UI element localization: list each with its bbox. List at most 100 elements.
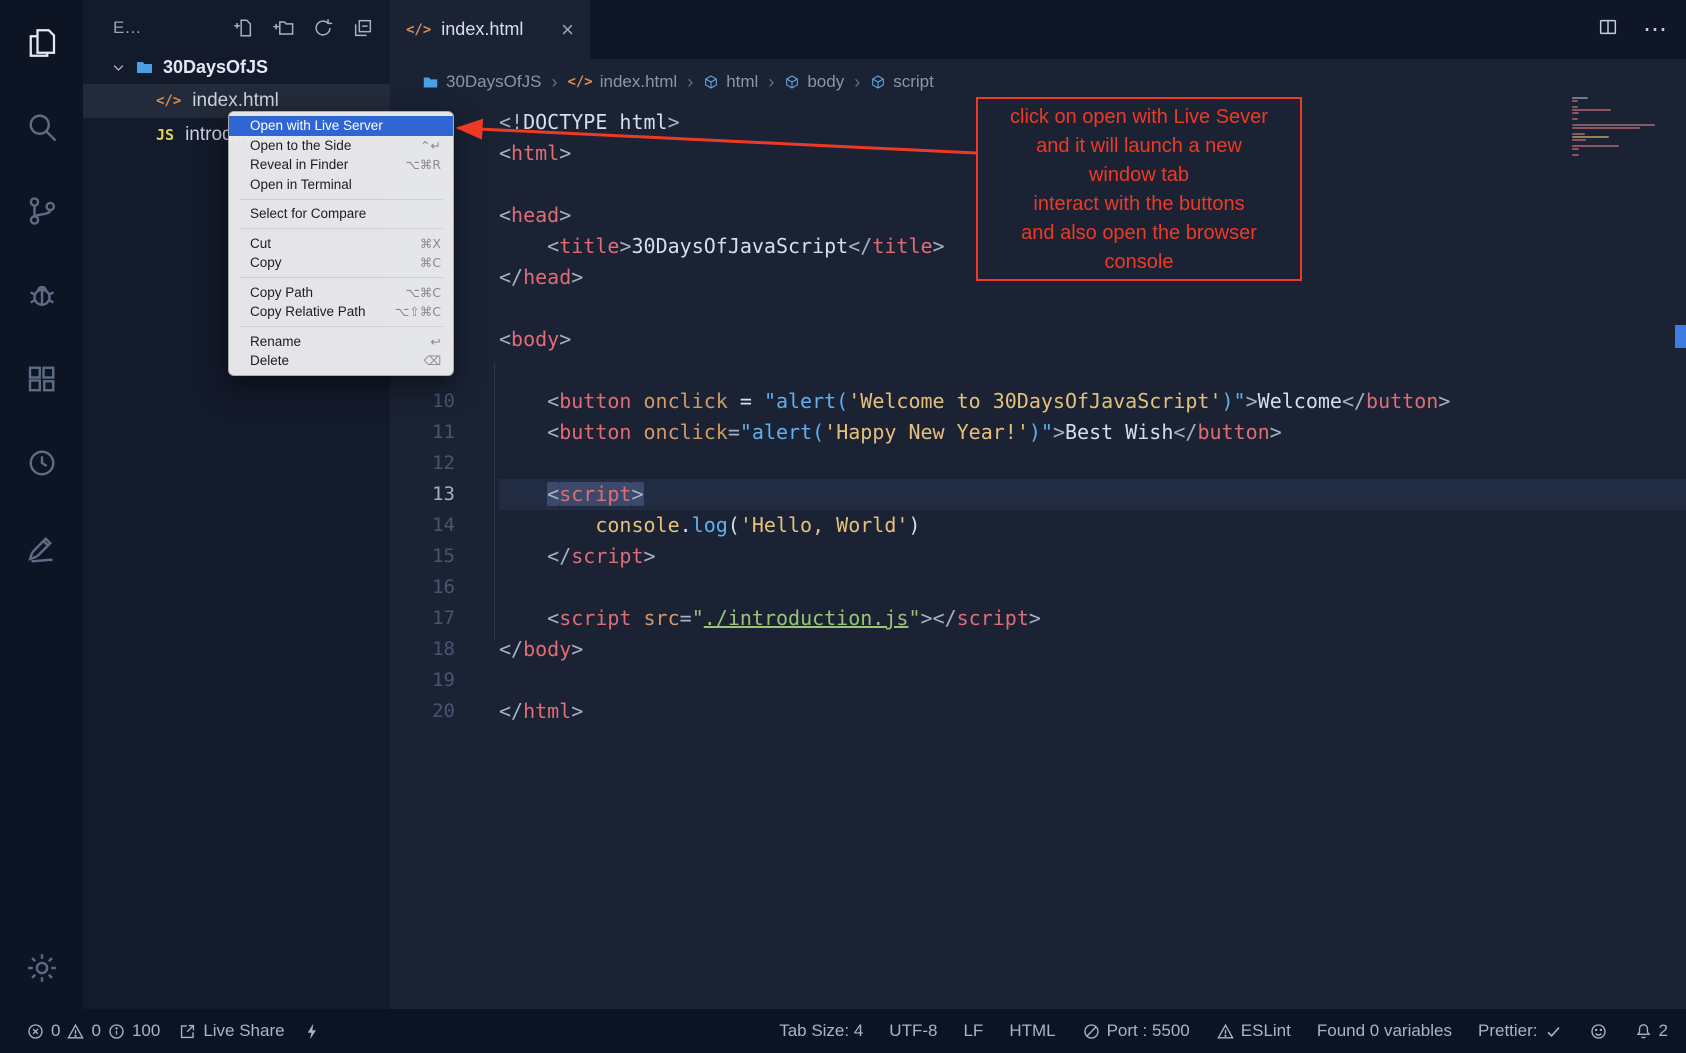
feedback-smiley[interactable] — [1589, 1022, 1608, 1041]
minimap-line — [1572, 145, 1619, 147]
code-line-14[interactable]: 14 console.log('Hello, World') — [390, 510, 1686, 541]
minimap-line — [1572, 130, 1662, 132]
split-editor-icon[interactable] — [1597, 16, 1619, 43]
breadcrumb-item-body[interactable]: body — [784, 72, 844, 92]
lightning-icon — [303, 1022, 322, 1041]
menu-item-delete[interactable]: Delete⌫ — [229, 351, 453, 371]
breadcrumb-item-30daysofjs[interactable]: 30DaysOfJS — [422, 72, 541, 92]
run-debug-bug-icon[interactable] — [24, 277, 60, 313]
info-indicator[interactable]: 100 — [107, 1021, 160, 1041]
code-line-20[interactable]: 20</html> — [390, 696, 1686, 727]
code-line-7[interactable]: 7 — [390, 293, 1686, 324]
breadcrumb-label: 30DaysOfJS — [446, 72, 541, 92]
errors-indicator[interactable]: 0 — [26, 1021, 60, 1041]
breadcrumb-item-index.html[interactable]: </> index.html — [567, 72, 677, 92]
menu-item-shortcut: ⌘X — [420, 236, 441, 251]
collapse-all-icon[interactable] — [352, 17, 374, 39]
tab-bar: </> index.html × ⋯ — [390, 0, 1686, 59]
code-line-8[interactable]: 8<body> — [390, 324, 1686, 355]
live-share-button[interactable]: Live Share — [178, 1021, 284, 1041]
explorer-icon[interactable] — [24, 25, 60, 61]
menu-item-copy-relative-path[interactable]: Copy Relative Path⌥⇧⌘C — [229, 302, 453, 322]
code-line-16[interactable]: 16 — [390, 572, 1686, 603]
explorer-title: E… — [113, 18, 141, 38]
line-content: console.log('Hello, World') — [499, 510, 920, 541]
minimap-line — [1572, 106, 1578, 108]
more-actions-icon[interactable]: ⋯ — [1643, 15, 1668, 44]
tab-title: index.html — [441, 19, 523, 40]
new-folder-icon[interactable] — [272, 17, 294, 39]
menu-item-label: Open in Terminal — [250, 177, 441, 192]
notifications-bell[interactable]: 2 — [1634, 1021, 1668, 1041]
breadcrumb-label: index.html — [600, 72, 677, 92]
menu-item-shortcut: ↩ — [431, 334, 441, 349]
scrollbar-marker[interactable] — [1675, 325, 1686, 348]
tab-size-indicator[interactable]: Tab Size: 4 — [779, 1021, 863, 1041]
warning-icon — [66, 1022, 85, 1041]
language-label: HTML — [1009, 1021, 1055, 1041]
tab-index-html[interactable]: </> index.html × — [390, 0, 590, 59]
port-indicator[interactable]: Port : 5500 — [1082, 1021, 1190, 1041]
line-content: <head> — [499, 200, 571, 231]
menu-separator — [239, 199, 443, 200]
menu-item-reveal-in-finder[interactable]: Reveal in Finder⌥⌘R — [229, 155, 453, 175]
code-line-10[interactable]: 10 <button onclick = "alert('Welcome to … — [390, 386, 1686, 417]
code-line-17[interactable]: 17 <script src="./introduction.js"></scr… — [390, 603, 1686, 634]
refresh-icon[interactable] — [312, 17, 334, 39]
search-icon[interactable] — [24, 109, 60, 145]
language-indicator[interactable]: HTML — [1009, 1021, 1055, 1041]
source-control-icon[interactable] — [24, 193, 60, 229]
code-line-13[interactable]: 13 <script> — [390, 479, 1686, 510]
symbol-cube-icon — [784, 74, 800, 90]
minimap[interactable] — [1572, 97, 1662, 157]
encoding-indicator[interactable]: UTF-8 — [889, 1021, 937, 1041]
variables-indicator[interactable]: Found 0 variables — [1317, 1021, 1452, 1041]
line-content: </body> — [499, 634, 583, 665]
warnings-indicator[interactable]: 0 — [66, 1021, 100, 1041]
line-number: 11 — [390, 417, 455, 448]
minimap-line — [1572, 133, 1585, 135]
menu-item-cut[interactable]: Cut⌘X — [229, 234, 453, 254]
code-line-18[interactable]: 18</body> — [390, 634, 1686, 665]
tab-size-label: Tab Size: 4 — [779, 1021, 863, 1041]
menu-item-copy[interactable]: Copy⌘C — [229, 253, 453, 273]
new-file-icon[interactable] — [232, 17, 254, 39]
breadcrumb-item-html[interactable]: html — [703, 72, 758, 92]
live-share-label: Live Share — [203, 1021, 284, 1041]
minimap-line — [1572, 151, 1662, 153]
code-line-19[interactable]: 19 — [390, 665, 1686, 696]
live-share-edit-icon[interactable] — [24, 529, 60, 565]
menu-item-select-for-compare[interactable]: Select for Compare — [229, 204, 453, 224]
menu-item-copy-path[interactable]: Copy Path⌥⌘C — [229, 283, 453, 303]
lightning-button[interactable] — [303, 1022, 322, 1041]
code-line-11[interactable]: 11 <button onclick="alert('Happy New Yea… — [390, 417, 1686, 448]
menu-item-shortcut: ⌘C — [420, 255, 441, 270]
prettier-indicator[interactable]: Prettier: — [1478, 1021, 1563, 1041]
extensions-icon[interactable] — [24, 361, 60, 397]
code-line-12[interactable]: 12 — [390, 448, 1686, 479]
menu-item-shortcut: ⌥⌘R — [405, 157, 441, 172]
history-clock-icon[interactable] — [24, 445, 60, 481]
code-line-15[interactable]: 15 </script> — [390, 541, 1686, 572]
eol-label: LF — [963, 1021, 983, 1041]
symbol-cube-icon — [870, 74, 886, 90]
smiley-icon — [1589, 1022, 1608, 1041]
menu-separator — [239, 277, 443, 278]
annotation-line: interact with the buttons — [978, 190, 1300, 219]
file-name: index.html — [192, 90, 279, 112]
line-content: <title>30DaysOfJavaScript</title> — [499, 231, 945, 262]
menu-item-open-in-terminal[interactable]: Open in Terminal — [229, 175, 453, 195]
menu-item-shortcut: ⌃↵ — [420, 138, 441, 153]
code-file-icon: </> — [567, 74, 592, 90]
breadcrumb-item-script[interactable]: script — [870, 72, 934, 92]
minimap-line — [1572, 124, 1655, 126]
menu-item-open-to-the-side[interactable]: Open to the Side⌃↵ — [229, 136, 453, 156]
eslint-indicator[interactable]: ESLint — [1216, 1021, 1291, 1041]
code-line-9[interactable]: 9 — [390, 355, 1686, 386]
folder-root-row[interactable]: 30DaysOfJS — [83, 51, 390, 84]
settings-gear-icon[interactable] — [24, 950, 60, 986]
menu-item-open-with-live-server[interactable]: Open with Live Server — [229, 116, 453, 136]
eol-indicator[interactable]: LF — [963, 1021, 983, 1041]
menu-item-rename[interactable]: Rename↩ — [229, 332, 453, 352]
close-tab-icon[interactable]: × — [561, 19, 574, 41]
